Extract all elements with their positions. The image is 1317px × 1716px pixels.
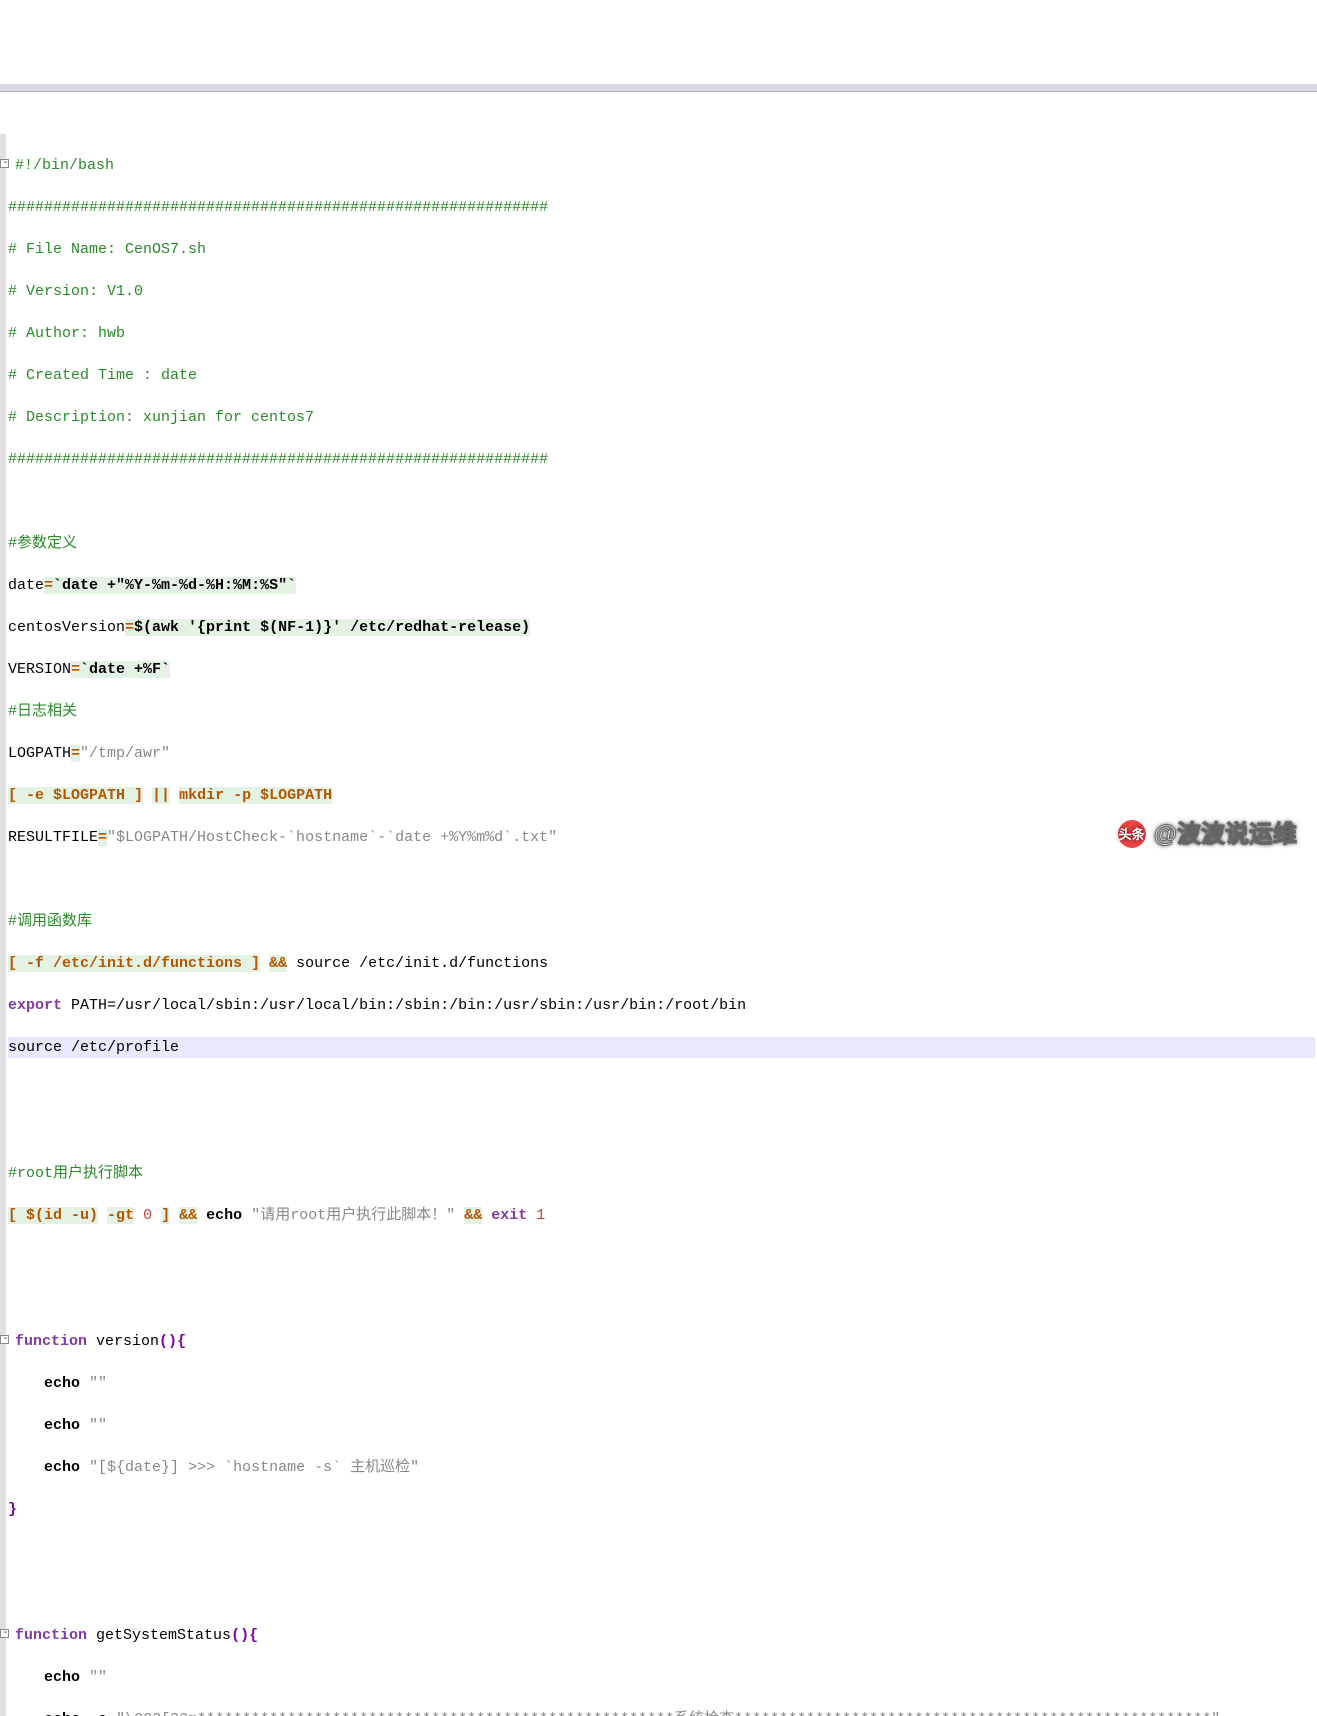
watermark-badge-icon: 头条 <box>1118 820 1146 848</box>
code-comment: # Author: hwb <box>8 325 125 342</box>
section-comment: #日志相关 <box>8 703 77 720</box>
assign-op: = <box>71 661 80 678</box>
code-comment: # Version: V1.0 <box>8 283 143 300</box>
cmd: echo <box>206 1207 242 1224</box>
cmd: echo <box>44 1669 80 1686</box>
cmd: echo <box>44 1375 80 1392</box>
number: 0 <box>143 1207 152 1224</box>
paren: () <box>231 1627 249 1644</box>
code-comment: # Created Time : date <box>8 367 197 384</box>
or-op: || <box>152 787 170 804</box>
string-literal: "" <box>89 1669 107 1686</box>
bracket: ] <box>161 1207 170 1224</box>
section-comment: #root用户执行脚本 <box>8 1165 143 1182</box>
cmd: echo <box>44 1459 80 1476</box>
section-comment: #调用函数库 <box>8 913 92 930</box>
flag: -e <box>89 1711 107 1716</box>
keyword: export <box>8 997 62 1014</box>
string-literal: "" <box>89 1417 107 1434</box>
cmd: mkdir -p $LOGPATH <box>179 787 332 804</box>
number: 1 <box>536 1207 545 1224</box>
watermark: 头条 @波波说运维 <box>1118 820 1297 848</box>
paren: () <box>159 1333 177 1350</box>
section-comment: #参数定义 <box>8 535 77 552</box>
and-op: && <box>464 1207 482 1224</box>
fn-name: version <box>96 1333 159 1350</box>
cmd: echo <box>44 1417 80 1434</box>
string-literal: "[${date}] >>> `hostname -s` 主机巡检" <box>89 1459 419 1476</box>
assign-op: = <box>44 577 53 594</box>
code-comment: # File Name: CenOS7.sh <box>8 241 206 258</box>
var-name: VERSION <box>8 661 71 678</box>
fn-name: getSystemStatus <box>96 1627 231 1644</box>
assign-op: = <box>98 829 107 846</box>
var-name: LOGPATH <box>8 745 71 762</box>
watermark-text: @波波说运维 <box>1154 824 1297 845</box>
and-op: && <box>269 955 287 972</box>
string-literal: "\033[33m*******************************… <box>116 1711 1220 1716</box>
var-name: date <box>8 577 44 594</box>
code-editor[interactable]: #!/bin/bash ############################… <box>0 134 1317 1716</box>
string-literal: `date +%F` <box>80 661 170 678</box>
keyword: function <box>15 1333 87 1350</box>
and-op: && <box>179 1207 197 1224</box>
test-expr: [ -e $LOGPATH ] <box>8 787 143 804</box>
brace-close: } <box>8 1501 17 1518</box>
fold-icon[interactable] <box>0 1335 9 1344</box>
keyword: exit <box>491 1207 527 1224</box>
keyword: function <box>15 1627 87 1644</box>
code-text: source /etc/profile <box>8 1039 179 1056</box>
cmd: source /etc/init.d/functions <box>296 955 548 972</box>
fold-icon[interactable] <box>0 1629 9 1638</box>
var-name: RESULTFILE <box>8 829 98 846</box>
gt-op: -gt <box>107 1207 134 1224</box>
string-literal: "$LOGPATH/HostCheck-`hostname`-`date +%Y… <box>107 829 557 846</box>
code-comment: #!/bin/bash <box>15 157 114 174</box>
test-expr: [ -f /etc/init.d/functions ] <box>8 955 260 972</box>
string-literal: "" <box>89 1375 107 1392</box>
toolbar-placeholder <box>0 84 1317 92</box>
string-literal: "请用root用户执行此脚本！" <box>251 1207 455 1224</box>
assign-op: = <box>125 619 134 636</box>
string-literal: `date +"%Y-%m-%d-%H:%M:%S"` <box>53 577 296 594</box>
string-literal: $(awk '{print $(NF-1)}' /etc/redhat-rele… <box>134 619 530 636</box>
var-name: centosVersion <box>8 619 125 636</box>
code-text: PATH=/usr/local/sbin:/usr/local/bin:/sbi… <box>62 997 746 1014</box>
code-comment: ########################################… <box>8 199 548 216</box>
fold-icon[interactable] <box>0 159 9 168</box>
code-comment: # Description: xunjian for centos7 <box>8 409 314 426</box>
code-comment: ########################################… <box>8 451 548 468</box>
string-literal: "/tmp/awr" <box>80 745 170 762</box>
cmd: echo <box>44 1711 80 1716</box>
brace-open: { <box>177 1333 186 1350</box>
assign-op: = <box>71 745 80 762</box>
brace-open: { <box>249 1627 258 1644</box>
test-expr: [ $(id -u) <box>8 1207 98 1224</box>
